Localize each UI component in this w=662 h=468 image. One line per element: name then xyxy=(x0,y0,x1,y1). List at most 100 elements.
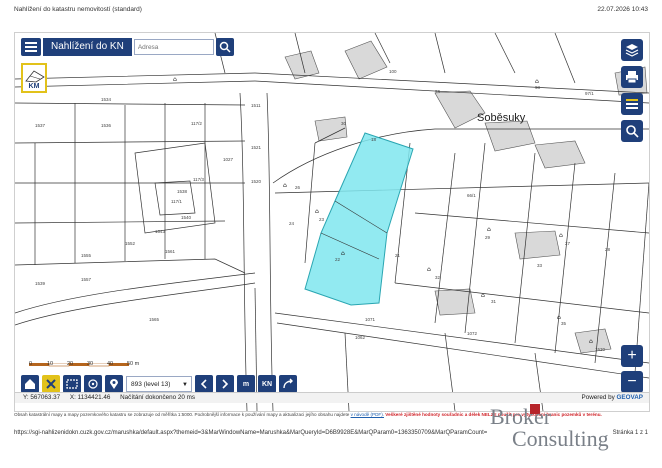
svg-text:22: 22 xyxy=(335,257,341,262)
locate-button[interactable] xyxy=(105,375,123,393)
svg-text:117/1: 117/1 xyxy=(171,199,182,204)
clear-selection-button[interactable] xyxy=(42,375,60,393)
next-button[interactable] xyxy=(216,375,234,393)
select-area-button[interactable] xyxy=(63,375,81,393)
svg-text:1534: 1534 xyxy=(101,97,112,102)
svg-text:32: 32 xyxy=(435,275,441,280)
svg-text:1538: 1538 xyxy=(177,189,188,194)
km-label: KM xyxy=(28,83,40,90)
zoom-out-button[interactable]: − xyxy=(621,371,643,393)
load-status: Načítání dokončeno 20 ms xyxy=(120,394,196,401)
home-button[interactable] xyxy=(21,375,39,393)
svg-text:28: 28 xyxy=(605,247,611,252)
status-bar: Y: 567063.37 X: 1134421.46 Načítání doko… xyxy=(15,392,649,403)
svg-text:1521: 1521 xyxy=(251,145,262,150)
svg-text:1520: 1520 xyxy=(251,179,262,184)
scale-bar: 0 10 20 30 40 50 m xyxy=(29,355,149,373)
svg-text:⌂: ⌂ xyxy=(481,292,485,299)
print-header: Nahlížení do katastru nemovitostí (stand… xyxy=(14,6,648,18)
magnifier-icon xyxy=(626,125,639,138)
legend-button[interactable] xyxy=(621,93,643,115)
svg-text:99: 99 xyxy=(435,89,441,94)
svg-text:⌂: ⌂ xyxy=(559,232,563,239)
svg-text:⌂: ⌂ xyxy=(535,78,539,85)
svg-text:27: 27 xyxy=(565,241,571,246)
measure-button[interactable]: m xyxy=(237,375,255,393)
svg-text:18: 18 xyxy=(371,137,377,142)
layers-icon xyxy=(625,44,639,57)
menu-button[interactable] xyxy=(21,38,41,56)
svg-text:24: 24 xyxy=(289,221,295,226)
home-icon xyxy=(25,379,35,389)
svg-text:⌂: ⌂ xyxy=(173,76,177,83)
share-icon xyxy=(283,378,293,389)
powered-brand: GEOVAP xyxy=(616,394,643,401)
powered-by: Powered by GEOVAP xyxy=(581,394,644,401)
km-map-badge[interactable]: KM xyxy=(21,63,47,93)
scale-label: 0 xyxy=(29,361,33,367)
share-button[interactable] xyxy=(279,375,297,393)
list-icon xyxy=(626,99,638,109)
svg-text:1511: 1511 xyxy=(251,103,261,108)
svg-text:1565: 1565 xyxy=(149,317,160,322)
svg-text:31: 31 xyxy=(491,299,497,304)
svg-text:1539: 1539 xyxy=(35,281,46,286)
svg-text:1543: 1543 xyxy=(155,229,166,234)
svg-text:1557: 1557 xyxy=(81,277,92,282)
previous-button[interactable] xyxy=(195,375,213,393)
identify-button[interactable] xyxy=(84,375,102,393)
close-icon xyxy=(46,379,56,389)
svg-text:1072: 1072 xyxy=(467,331,478,336)
print-button[interactable] xyxy=(621,66,643,88)
top-toolbar: Nahlížení do KN xyxy=(21,37,234,57)
svg-text:⌂: ⌂ xyxy=(487,226,491,233)
rectangle-select-icon xyxy=(66,379,78,389)
watermark-line2: Consulting xyxy=(512,426,609,451)
print-footer-url: https://sgi-nahlizenidokn.cuzk.gov.cz/ma… xyxy=(14,430,488,436)
svg-text:98: 98 xyxy=(535,85,541,90)
kn-button[interactable]: KN xyxy=(258,375,276,393)
print-datetime: 22.07.2026 10:43 xyxy=(597,6,648,13)
zoom-controls: + − xyxy=(621,345,643,393)
svg-text:97/1: 97/1 xyxy=(585,91,594,96)
svg-text:⌂: ⌂ xyxy=(557,314,561,321)
chevron-right-icon xyxy=(222,379,229,389)
bottom-toolbar: 893 (level 13) ▼ m KN xyxy=(21,375,297,393)
search-icon xyxy=(219,41,231,53)
svg-text:100: 100 xyxy=(389,69,397,74)
svg-text:1027: 1027 xyxy=(223,157,234,162)
y-coordinate: Y: 567063.37 xyxy=(23,394,61,401)
map-grid-icon xyxy=(25,70,45,83)
svg-text:26: 26 xyxy=(295,185,301,190)
svg-text:1561: 1561 xyxy=(165,249,176,254)
print-title: Nahlížení do katastru nemovitostí (stand… xyxy=(14,6,142,13)
svg-text:1071: 1071 xyxy=(365,317,376,322)
right-toolbar xyxy=(621,39,643,142)
svg-text:117/3: 117/3 xyxy=(193,177,204,182)
scale-label: 40 xyxy=(107,361,114,367)
svg-text:29: 29 xyxy=(485,235,491,240)
search-button[interactable] xyxy=(215,38,234,56)
svg-text:1062: 1062 xyxy=(355,335,366,340)
address-search-input[interactable] xyxy=(133,39,214,55)
location-pin-icon xyxy=(110,379,118,389)
svg-text:1540: 1540 xyxy=(181,215,192,220)
map-frame[interactable]: Soběsuky 1534 1536 1537 1538 1540 1543 1… xyxy=(14,32,650,412)
svg-text:1530: 1530 xyxy=(595,347,606,352)
svg-text:33: 33 xyxy=(537,263,543,268)
scale-label: 50 m xyxy=(127,361,140,367)
svg-text:35: 35 xyxy=(561,321,567,326)
printer-icon xyxy=(626,71,638,84)
layers-button[interactable] xyxy=(621,39,643,61)
svg-text:66/1: 66/1 xyxy=(467,193,476,198)
level-select-value: 893 (level 13) xyxy=(131,381,171,388)
svg-text:1537: 1537 xyxy=(35,123,46,128)
zoom-in-button[interactable]: + xyxy=(621,345,643,367)
level-select[interactable]: 893 (level 13) ▼ xyxy=(126,376,192,392)
place-label: Soběsuky xyxy=(477,112,526,124)
svg-text:⌂: ⌂ xyxy=(315,208,319,215)
manual-link[interactable]: v návodě (PDF). xyxy=(351,412,384,417)
svg-text:⌂: ⌂ xyxy=(589,338,593,345)
find-parcel-button[interactable] xyxy=(621,120,643,142)
chevron-left-icon xyxy=(200,379,207,389)
